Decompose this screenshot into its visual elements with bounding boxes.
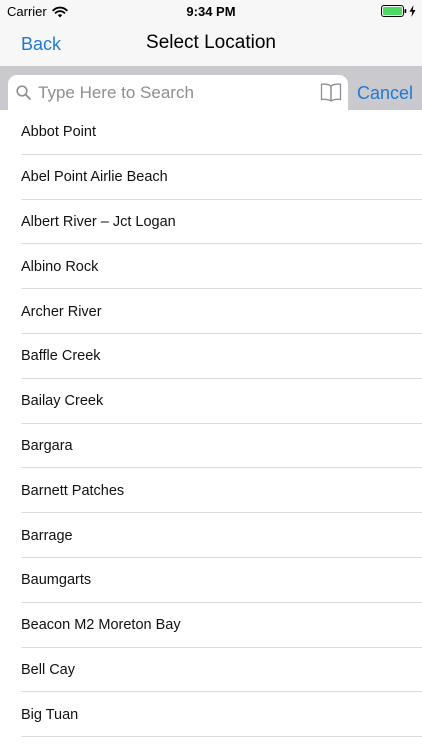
book-icon[interactable] xyxy=(320,82,342,102)
location-list: Abbot Point Abel Point Airlie Beach Albe… xyxy=(0,110,422,737)
list-item-label: Abel Point Airlie Beach xyxy=(21,169,168,186)
search-field-container[interactable] xyxy=(8,75,348,110)
status-bar: Carrier 9:34 PM xyxy=(0,0,422,24)
list-item[interactable]: Abel Point Airlie Beach xyxy=(0,155,422,200)
page-title: Select Location xyxy=(146,32,276,53)
list-item-label: Archer River xyxy=(21,303,102,320)
list-item-label: Abbot Point xyxy=(21,124,96,141)
list-item[interactable]: Bargara xyxy=(0,424,422,469)
list-item[interactable]: Bell Cay xyxy=(0,648,422,693)
list-item[interactable]: Beacon M2 Moreton Bay xyxy=(0,603,422,648)
list-item-label: Bell Cay xyxy=(21,661,75,678)
search-icon xyxy=(16,85,31,100)
list-item[interactable]: Baffle Creek xyxy=(0,334,422,379)
navigation-bar: Back Select Location xyxy=(0,24,422,66)
list-item-label: Albino Rock xyxy=(21,258,99,275)
list-item-label: Albert River – Jct Logan xyxy=(21,213,176,230)
list-item-label: Barrage xyxy=(21,527,73,544)
list-item[interactable]: Baumgarts xyxy=(0,558,422,603)
search-bar: Cancel xyxy=(0,66,422,110)
list-item-label: Beacon M2 Moreton Bay xyxy=(21,617,181,634)
list-item[interactable]: Albert River – Jct Logan xyxy=(0,200,422,245)
list-item[interactable]: Bailay Creek xyxy=(0,379,422,424)
list-item-label: Bailay Creek xyxy=(21,393,104,410)
list-item-label: Bargara xyxy=(21,437,73,454)
list-item[interactable]: Archer River xyxy=(0,289,422,334)
charging-bolt-icon xyxy=(409,5,416,17)
cancel-button[interactable]: Cancel xyxy=(357,83,413,104)
list-item-label: Big Tuan xyxy=(21,706,79,723)
status-time: 9:34 PM xyxy=(186,4,236,19)
list-item-label: Baumgarts xyxy=(21,572,92,589)
list-item-label: Baffle Creek xyxy=(21,348,101,365)
select-location-screen: Carrier 9:34 PM Back Select Location Typ… xyxy=(0,0,422,750)
list-item[interactable]: Big Tuan xyxy=(0,692,422,737)
search-input[interactable] xyxy=(38,79,308,107)
list-item-label: Barnett Patches xyxy=(21,482,125,499)
status-right xyxy=(381,5,416,17)
list-item[interactable]: Barrage xyxy=(0,513,422,558)
list-item[interactable]: Barnett Patches xyxy=(0,468,422,513)
battery-icon xyxy=(381,5,407,17)
list-item[interactable]: Albino Rock xyxy=(0,244,422,289)
list-item[interactable]: Abbot Point xyxy=(0,110,422,155)
